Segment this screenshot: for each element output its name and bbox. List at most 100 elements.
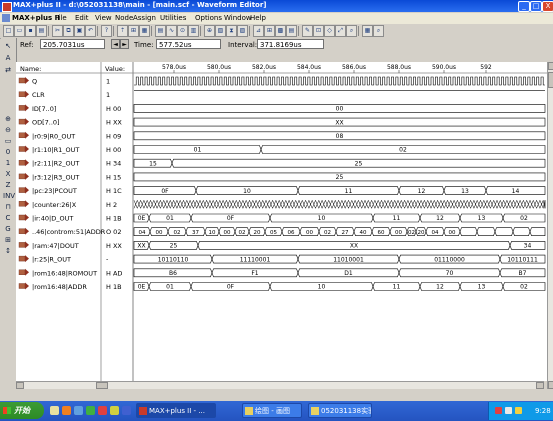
scroll-down-button[interactable] bbox=[548, 381, 553, 389]
quicklaunch-desktop-icon[interactable] bbox=[50, 406, 59, 415]
scroll-thumb[interactable] bbox=[96, 382, 108, 389]
scroll-vertical-thumb[interactable] bbox=[548, 72, 553, 88]
fit-icon[interactable]: ⤢ bbox=[335, 25, 346, 37]
menu-help[interactable]: Help bbox=[250, 14, 266, 22]
quicklaunch-app3-icon[interactable] bbox=[110, 406, 119, 415]
symbol-icon[interactable]: ⊡ bbox=[313, 25, 324, 37]
menu-options[interactable]: Options bbox=[195, 14, 222, 22]
paste-icon[interactable]: ▣ bbox=[74, 25, 85, 37]
scroll-left-button[interactable] bbox=[16, 382, 24, 389]
cut-icon[interactable]: ✂ bbox=[52, 25, 63, 37]
invert-icon[interactable]: INV bbox=[3, 192, 15, 201]
minimize-button[interactable]: _ bbox=[518, 1, 530, 12]
search-icon[interactable]: ⌕ bbox=[373, 25, 384, 37]
overwrite-high-icon[interactable]: 1 bbox=[3, 159, 13, 168]
select-arrow-icon[interactable]: ↖ bbox=[3, 42, 13, 51]
scroll-right-button[interactable] bbox=[536, 382, 544, 389]
help-icon[interactable]: ? bbox=[101, 25, 112, 37]
zoom-in-icon[interactable]: ⊕ bbox=[3, 115, 13, 124]
overwrite-clock-icon[interactable]: ⊓ bbox=[3, 203, 13, 212]
floorplan-icon[interactable]: ▦ bbox=[139, 25, 150, 37]
signal-row[interactable]: |rom16:48|ROMOUT H AD bbox=[18, 268, 122, 278]
taskbar-item-paint[interactable]: 绘图 - 画图 bbox=[242, 403, 302, 418]
quicklaunch-media-icon[interactable] bbox=[62, 406, 71, 415]
quicklaunch-app-icon[interactable] bbox=[86, 406, 95, 415]
overwrite-group-icon[interactable]: G bbox=[3, 225, 13, 234]
save-icon[interactable]: ▪ bbox=[25, 25, 36, 37]
print-preview-icon[interactable]: ▦ bbox=[362, 25, 373, 37]
timing-analyzer-icon[interactable]: ⧗ bbox=[226, 25, 237, 37]
overwrite-count-icon[interactable]: C bbox=[3, 214, 13, 223]
menu-edit[interactable]: Edit bbox=[75, 14, 89, 22]
text-tool-icon[interactable]: A bbox=[3, 54, 13, 63]
signal-row[interactable]: |r2:11|R2_OUT H 34 bbox=[18, 159, 121, 168]
open-icon[interactable]: ▭ bbox=[14, 25, 25, 37]
menu-utilities[interactable]: Utilities bbox=[160, 14, 186, 22]
tray-network-icon[interactable] bbox=[505, 407, 512, 414]
programmer-icon[interactable]: ▥ bbox=[188, 25, 199, 37]
overwrite-tool-icon[interactable]: ⇄ bbox=[3, 66, 13, 75]
menu-maxplus[interactable]: MAX+plus II bbox=[12, 14, 60, 22]
simulator-icon[interactable]: ∿ bbox=[166, 25, 177, 37]
close-button[interactable]: X bbox=[542, 1, 553, 12]
menu-window[interactable]: Window bbox=[224, 14, 252, 22]
signal-row[interactable]: ..46|controm:51|ADDR O 02 bbox=[18, 227, 121, 237]
signal-row[interactable]: |ram:47|DOUT H XX bbox=[18, 241, 122, 250]
magnify-icon[interactable]: ⊕ bbox=[204, 25, 215, 37]
timing-icon[interactable]: ⊙ bbox=[177, 25, 188, 37]
signal-row[interactable]: |r0:9|R0_OUT H 09 bbox=[18, 131, 121, 141]
chip-icon[interactable]: ▩ bbox=[275, 25, 286, 37]
hierarchy-icon[interactable]: ⊞ bbox=[128, 25, 139, 37]
scroll-up-button[interactable] bbox=[548, 62, 553, 70]
taskbar-item-maxplus[interactable]: MAX+plus II - ... bbox=[136, 403, 216, 418]
quicklaunch-app2-icon[interactable] bbox=[98, 406, 107, 415]
waveform-display[interactable]: Name: Value: 578.0us 580.0us 582.0us 584.0u… bbox=[16, 62, 547, 381]
signal-row[interactable]: |pc:23|PCOUT H 1C bbox=[18, 186, 122, 196]
undo-icon[interactable]: ↶ bbox=[85, 25, 96, 37]
compiler-icon[interactable]: ▤ bbox=[155, 25, 166, 37]
overwrite-low-icon[interactable]: 0 bbox=[3, 148, 13, 157]
signal-row[interactable]: |rom16:48|ADDR H 1B bbox=[18, 282, 122, 292]
overwrite-z-icon[interactable]: Z bbox=[3, 181, 13, 190]
sort-icon[interactable]: ↕ bbox=[3, 247, 13, 256]
menu-assign[interactable]: Assign bbox=[133, 14, 156, 22]
overwrite-x-icon[interactable]: X bbox=[3, 170, 13, 179]
quicklaunch-ie-icon[interactable] bbox=[74, 406, 83, 415]
snap-grid-icon[interactable]: ⊞ bbox=[3, 236, 13, 245]
grid-icon[interactable]: ⊞ bbox=[264, 25, 275, 37]
copy-icon[interactable]: ⧉ bbox=[63, 25, 74, 37]
editor-icon[interactable]: ✎ bbox=[302, 25, 313, 37]
menu-view[interactable]: View bbox=[95, 14, 112, 22]
signal-row[interactable]: |r1:10|R1_OUT H 00 bbox=[18, 145, 121, 155]
programmer-chip-icon[interactable]: ▨ bbox=[237, 25, 248, 37]
menu-node[interactable]: Node bbox=[115, 14, 133, 22]
ref-time-field[interactable]: 205.7031us bbox=[40, 39, 105, 49]
signal-row[interactable]: |ir:40|D_OUT H 1B bbox=[18, 214, 122, 223]
vertical-scrollbar[interactable] bbox=[547, 62, 553, 389]
node-icon[interactable]: ◇ bbox=[324, 25, 335, 37]
report-icon[interactable]: ▤ bbox=[286, 25, 297, 37]
next-transition-button[interactable]: ► bbox=[120, 39, 129, 49]
zoom-out-icon[interactable]: ⊖ bbox=[3, 126, 13, 135]
prev-transition-button[interactable]: ◄ bbox=[111, 39, 120, 49]
new-icon[interactable]: □ bbox=[3, 25, 14, 37]
taskbar-item-folder[interactable]: 052031138实验 bbox=[308, 403, 372, 418]
tray-volume-icon[interactable] bbox=[515, 407, 522, 414]
compile-icon[interactable]: ▧ bbox=[215, 25, 226, 37]
interval-field[interactable]: 371.8169us bbox=[257, 39, 324, 49]
time-field[interactable]: 577.52us bbox=[156, 39, 221, 49]
app-icon[interactable] bbox=[2, 2, 12, 12]
hierarchy-up-icon[interactable]: ⇡ bbox=[117, 25, 128, 37]
menu-file[interactable]: File bbox=[55, 14, 67, 22]
quicklaunch-app4-icon[interactable] bbox=[122, 406, 131, 415]
waveform-icon[interactable]: ⊿ bbox=[253, 25, 264, 37]
tray-status-icon[interactable] bbox=[495, 407, 502, 414]
start-button[interactable]: 开始 bbox=[0, 402, 44, 419]
maximize-button[interactable]: □ bbox=[530, 1, 542, 12]
toolbar-separator bbox=[298, 26, 299, 36]
zoom-icon[interactable]: ⌕ bbox=[346, 25, 357, 37]
signal-row[interactable]: |r3:12|R3_OUT H 15 bbox=[18, 172, 121, 182]
fit-window-icon[interactable]: ▭ bbox=[3, 137, 13, 146]
print-icon[interactable]: ▤ bbox=[36, 25, 47, 37]
document-icon[interactable] bbox=[2, 14, 10, 22]
